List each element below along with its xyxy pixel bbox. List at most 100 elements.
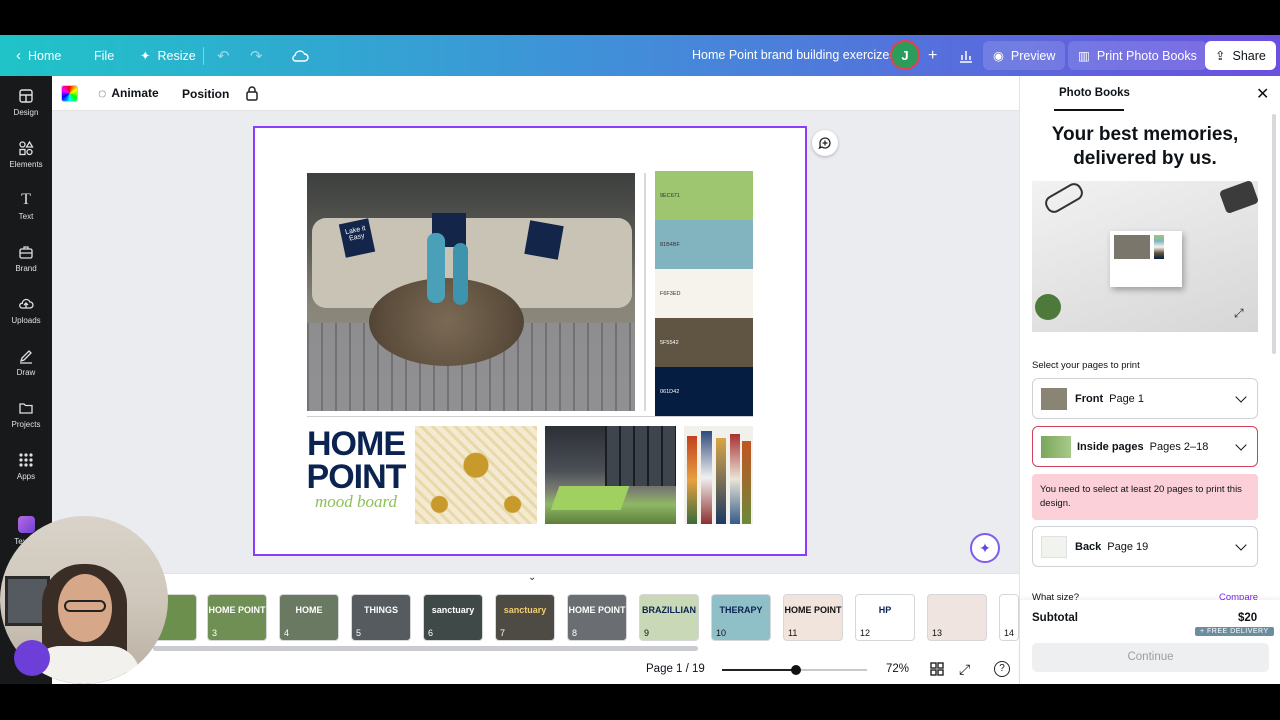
page-thumbnail[interactable]: HOME POINT 11 <box>783 594 843 641</box>
zoom-slider-track[interactable] <box>722 665 867 675</box>
tab-photo-books[interactable]: Photo Books <box>1059 87 1130 99</box>
insights-button[interactable] <box>948 41 984 70</box>
page-thumbnail[interactable]: 14 <box>999 594 1019 641</box>
back-thumbnail <box>1041 535 1067 558</box>
fullscreen-button[interactable]: ⤢ <box>959 661 970 678</box>
color-swatch[interactable]: 061D42 <box>655 367 753 416</box>
user-avatar[interactable]: J <box>890 40 920 70</box>
layout-icon <box>19 89 33 103</box>
help-button[interactable]: ? <box>994 661 1010 677</box>
redo-button[interactable]: ↷ <box>240 41 273 70</box>
thumbnail-scrollbar[interactable] <box>153 646 698 651</box>
color-swatch[interactable]: 9EC671 <box>655 171 753 220</box>
damask-pattern-image[interactable] <box>415 426 537 524</box>
color-swatch[interactable]: 81B4BF <box>655 220 753 269</box>
thumbnail-page-number: 7 <box>500 628 506 638</box>
front-page-select[interactable]: Front Page 1 <box>1032 378 1258 419</box>
text-icon: T <box>21 191 31 208</box>
home-button[interactable]: ‹ Home <box>6 41 71 70</box>
add-comment-button[interactable] <box>812 130 838 156</box>
back-page-select[interactable]: Back Page 19 <box>1032 526 1258 567</box>
rail-uploads[interactable]: Uploads <box>0 296 52 325</box>
subtotal-value: $20 <box>1238 612 1258 624</box>
photo-book-preview-image[interactable]: ⤢ <box>1032 181 1258 332</box>
page-indicator[interactable]: Page 1 / 19 <box>646 663 705 675</box>
page-thumbnail[interactable]: THINGS 5 <box>351 594 411 641</box>
page-thumbnail[interactable]: HOME POINT 8 <box>567 594 627 641</box>
vase <box>453 243 468 305</box>
rail-elements[interactable]: Elements <box>0 140 52 169</box>
print-photo-books-button[interactable]: ▥ Print Photo Books <box>1068 41 1207 70</box>
home-point-logo[interactable]: HOME POINT mood board <box>306 425 407 518</box>
thumbnail-page-number: 8 <box>572 628 578 638</box>
page-thumbnail[interactable]: sanctuary 6 <box>423 594 483 641</box>
thumbnail-page-number: 10 <box>716 628 727 638</box>
resize-button[interactable]: ✦ Resize <box>130 41 206 70</box>
thumbnail-text: HOME POINT <box>208 605 266 615</box>
thumbnail-text: sanctuary <box>431 605 475 615</box>
porch-photo[interactable] <box>545 426 676 524</box>
zoom-level[interactable]: 72% <box>886 663 909 675</box>
magic-assistant-button[interactable]: ✦ <box>970 533 1000 563</box>
undo-button[interactable]: ↶ <box>207 41 240 70</box>
collapse-chevron-icon[interactable]: ⌄ <box>528 572 536 583</box>
position-button[interactable]: Position <box>182 87 229 101</box>
chevron-left-icon: ‹ <box>16 47 21 64</box>
rail-apps[interactable]: Apps <box>0 452 52 481</box>
grid-view-button[interactable] <box>930 662 944 681</box>
swatch-hex-label: 5F5542 <box>660 339 679 346</box>
paddle <box>687 436 697 524</box>
color-swatch[interactable]: 5F5542 <box>655 318 753 367</box>
file-menu-button[interactable]: File <box>84 41 124 70</box>
top-bar: ‹ Home File ✦ Resize ↶ ↷ Home Point bran… <box>0 35 1280 76</box>
thumbnail-text: BRAZILLIAN <box>642 605 696 615</box>
expand-icon[interactable]: ⤢ <box>1234 306 1244 321</box>
animate-icon: ◌ <box>98 85 107 101</box>
paddles-photo[interactable] <box>684 426 753 524</box>
share-button[interactable]: ⇪ Share <box>1205 41 1276 70</box>
photo-books-panel: Photo Books ✕ Your best memories, delive… <box>1019 76 1280 684</box>
page-thumbnail[interactable]: HP 12 <box>855 594 915 641</box>
panel-scrollbar[interactable] <box>1272 114 1276 354</box>
page-thumbnail[interactable]: 13 <box>927 594 987 641</box>
page-thumbnail[interactable]: sanctuary 7 <box>495 594 555 641</box>
page-thumbnail[interactable]: BRAZILLIAN 9 <box>639 594 699 641</box>
close-panel-button[interactable]: ✕ <box>1256 84 1269 104</box>
briefcase-icon <box>19 246 33 259</box>
rail-brand[interactable]: Brand <box>0 244 52 273</box>
zoom-slider-handle[interactable] <box>790 665 801 675</box>
chevron-down-icon <box>1235 539 1247 551</box>
thumbnail-text: THINGS <box>363 605 398 615</box>
rail-design[interactable]: Design <box>0 88 52 117</box>
compare-link[interactable]: Compare <box>1219 592 1258 600</box>
inside-pages-select[interactable]: Inside pages Pages 2–18 <box>1032 426 1258 467</box>
preview-button[interactable]: ◉ Preview <box>983 41 1066 70</box>
color-picker-icon[interactable] <box>61 85 78 102</box>
magic-app-icon <box>17 516 35 533</box>
magic-fab[interactable] <box>14 640 50 676</box>
paddle <box>716 438 726 524</box>
bottom-bar: Page 1 / 19 72% ⤢ ? <box>52 658 1019 684</box>
add-collaborator-button[interactable]: + <box>918 41 947 70</box>
swatch-hex-label: 9EC671 <box>660 192 680 199</box>
pillow-text: Lake it Easy <box>344 225 367 243</box>
logo-line: HOME <box>307 425 406 463</box>
redo-icon: ↷ <box>250 47 263 65</box>
sofa-photo[interactable]: Lake it Easy <box>307 173 635 411</box>
rail-label: Elements <box>9 160 43 169</box>
document-title[interactable]: Home Point brand building exercizes <box>692 48 896 62</box>
continue-button[interactable]: Continue <box>1032 643 1269 672</box>
lock-button[interactable] <box>245 85 259 106</box>
page-thumbnail[interactable]: THERAPY 10 <box>711 594 771 641</box>
page-thumbnail[interactable]: HOME POINT 3 <box>207 594 267 641</box>
grid-view-icon <box>930 662 944 676</box>
color-swatch[interactable]: F6F3ED <box>655 269 753 318</box>
rail-text[interactable]: T Text <box>0 191 52 222</box>
page-thumbnail[interactable]: HOME 4 <box>279 594 339 641</box>
file-label: File <box>94 48 115 63</box>
cloud-save-button[interactable] <box>281 41 319 70</box>
book-swatches <box>1154 235 1164 259</box>
rail-projects[interactable]: Projects <box>0 400 52 429</box>
animate-button[interactable]: ◌ Animate <box>98 85 159 101</box>
rail-draw[interactable]: Draw <box>0 348 52 377</box>
